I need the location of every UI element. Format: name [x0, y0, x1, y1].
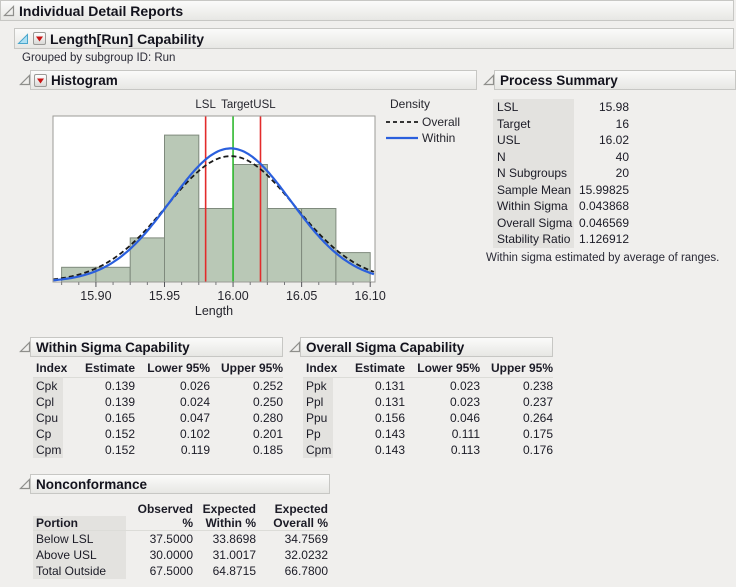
col-header: Lower 95%	[147, 361, 210, 375]
nonconformance-section-title: Nonconformance	[36, 476, 148, 492]
table-row: LSL 15.98	[493, 99, 629, 116]
table-row: USL 16.02	[493, 132, 629, 149]
row-value: 16.02	[598, 133, 629, 147]
table-row: Overall Sigma 0.046569	[493, 214, 629, 231]
row-value: 0.043868	[578, 199, 629, 213]
row-label: USL	[493, 132, 574, 149]
within-capability-section-title: Within Sigma Capability	[36, 339, 190, 355]
jmp-report-window: Individual Detail Reports Length[Run] Ca…	[0, 0, 736, 587]
red-triangle-icon	[36, 36, 43, 42]
row-value: 40	[615, 149, 629, 164]
table-row: Cpm 0.152 0.119 0.185	[33, 442, 283, 458]
table-row: Sample Mean 15.99825	[493, 181, 629, 198]
overall-capability-section-title: Overall Sigma Capability	[306, 339, 465, 355]
row-label: LSL	[493, 99, 574, 116]
grouped-by-text: Grouped by subgroup ID: Run	[22, 52, 176, 64]
col-header: Upper 95%	[490, 361, 553, 375]
capability-title: Length[Run] Capability	[50, 30, 204, 47]
table-row: Ppl 0.131 0.023 0.237	[303, 394, 553, 410]
row-label: N Subgroups	[493, 165, 574, 182]
row-label: Within Sigma	[493, 198, 574, 215]
col-header: Expected Overall %	[273, 502, 328, 530]
row-value: 20	[615, 166, 629, 180]
within-capability-table: Index Estimate Lower 95% Upper 95% Cpk 0…	[33, 360, 283, 458]
x-tick-label: 16.10	[355, 289, 386, 303]
histogram-bar[interactable]	[164, 134, 200, 283]
disclosure-open-blue-icon[interactable]	[17, 32, 29, 45]
section-header-nonconformance[interactable]: Nonconformance	[30, 474, 330, 494]
table-row: Ppk 0.131 0.023 0.238	[303, 378, 553, 394]
table-row: Cpl 0.139 0.024 0.250	[33, 394, 283, 410]
col-header: Lower 95%	[417, 361, 480, 375]
table-row: Cpk 0.139 0.026 0.252	[33, 378, 283, 394]
table-row: Cp 0.152 0.102 0.201	[33, 426, 283, 442]
red-triangle-menu-button[interactable]	[33, 32, 46, 45]
row-label: N	[493, 148, 574, 165]
histogram-bar[interactable]	[198, 208, 234, 283]
table-row: Target 16	[493, 115, 629, 132]
spec-label-usl: USL	[253, 99, 276, 111]
row-value: 1.126912	[578, 232, 629, 246]
row-value: 16	[615, 116, 629, 131]
overall-capability-table: Index Estimate Lower 95% Upper 95% Ppk 0…	[303, 360, 553, 458]
row-value: 15.99825	[578, 182, 629, 197]
report-title: Individual Detail Reports	[19, 2, 184, 19]
table-row: Total Outside 67.5000 64.8715 66.7800	[33, 563, 328, 579]
within-sigma-note: Within sigma estimated by average of ran…	[486, 252, 720, 264]
legend-entry-label: Overall	[422, 115, 460, 129]
red-triangle-icon	[37, 78, 44, 83]
row-value: 0.046569	[578, 215, 629, 230]
table-row: Below LSL 37.5000 33.8698 34.7569	[33, 531, 328, 547]
section-header-within-sigma-capability[interactable]: Within Sigma Capability	[30, 337, 283, 357]
table-header-row: Index Estimate Lower 95% Upper 95%	[303, 360, 553, 378]
x-tick-label: 15.90	[80, 289, 111, 303]
col-header: Estimate	[84, 361, 135, 375]
col-header: Portion	[33, 516, 126, 530]
table-header-row: Index Estimate Lower 95% Upper 95%	[33, 360, 283, 378]
x-tick-label: 15.95	[149, 289, 180, 303]
table-row: Stability Ratio 1.126912	[493, 231, 629, 248]
table-row: N Subgroups 20	[493, 165, 629, 182]
row-label: Sample Mean	[493, 181, 574, 198]
spec-label-lsl: LSL	[195, 99, 216, 111]
row-label: Stability Ratio	[493, 231, 574, 248]
x-axis-label: Length	[195, 304, 233, 318]
x-tick-label: 16.05	[286, 289, 317, 303]
table-row: Within Sigma 0.043868	[493, 198, 629, 215]
table-row: Above USL 30.0000 31.0017 32.0232	[33, 547, 328, 563]
spec-label-target: Target	[221, 99, 254, 111]
outline-bar-capability[interactable]: Length[Run] Capability	[14, 28, 734, 49]
col-header: Estimate	[354, 361, 405, 375]
table-row: Cpm 0.143 0.113 0.176	[303, 442, 553, 458]
process-summary-section-title: Process Summary	[500, 72, 618, 88]
histogram-section-title: Histogram	[51, 72, 118, 88]
col-header: Observed %	[137, 502, 193, 530]
table-row: Cpu 0.165 0.047 0.280	[33, 410, 283, 426]
outline-bar-individual-detail-reports[interactable]: Individual Detail Reports	[0, 0, 734, 21]
table-header-row: Portion Observed % Expected Within % Exp…	[33, 497, 328, 531]
histogram-chart[interactable]: LSL Target USL 15.90 15.95 16.00 16.05 16.10 Len…	[30, 93, 480, 323]
section-header-process-summary[interactable]: Process Summary	[494, 70, 736, 90]
table-row: Pp 0.143 0.111 0.175	[303, 426, 553, 442]
col-header: Upper 95%	[220, 361, 283, 375]
row-value: 15.98	[598, 100, 629, 114]
table-row: N 40	[493, 148, 629, 165]
x-tick-label: 16.00	[217, 289, 248, 303]
legend-entry-label: Within	[422, 131, 455, 145]
col-header: Expected Within %	[202, 502, 256, 530]
process-summary-table: LSL 15.98 Target 16 USL 16.02 N 40 N Sub…	[493, 99, 629, 248]
histogram-bar[interactable]	[266, 208, 303, 283]
row-label: Overall Sigma	[493, 214, 574, 231]
legend-title: Density	[390, 97, 430, 111]
table-row: Ppu 0.156 0.046 0.264	[303, 410, 553, 426]
section-header-histogram[interactable]: Histogram	[30, 70, 477, 90]
histogram-bar[interactable]	[232, 164, 268, 283]
nonconformance-table: Portion Observed % Expected Within % Exp…	[33, 497, 328, 579]
col-header: Index	[306, 361, 338, 375]
row-label: Target	[493, 115, 574, 132]
section-header-overall-sigma-capability[interactable]: Overall Sigma Capability	[300, 337, 553, 357]
red-triangle-menu-button[interactable]	[34, 73, 47, 87]
disclosure-open-icon[interactable]	[3, 4, 15, 17]
col-header: Index	[36, 361, 68, 375]
